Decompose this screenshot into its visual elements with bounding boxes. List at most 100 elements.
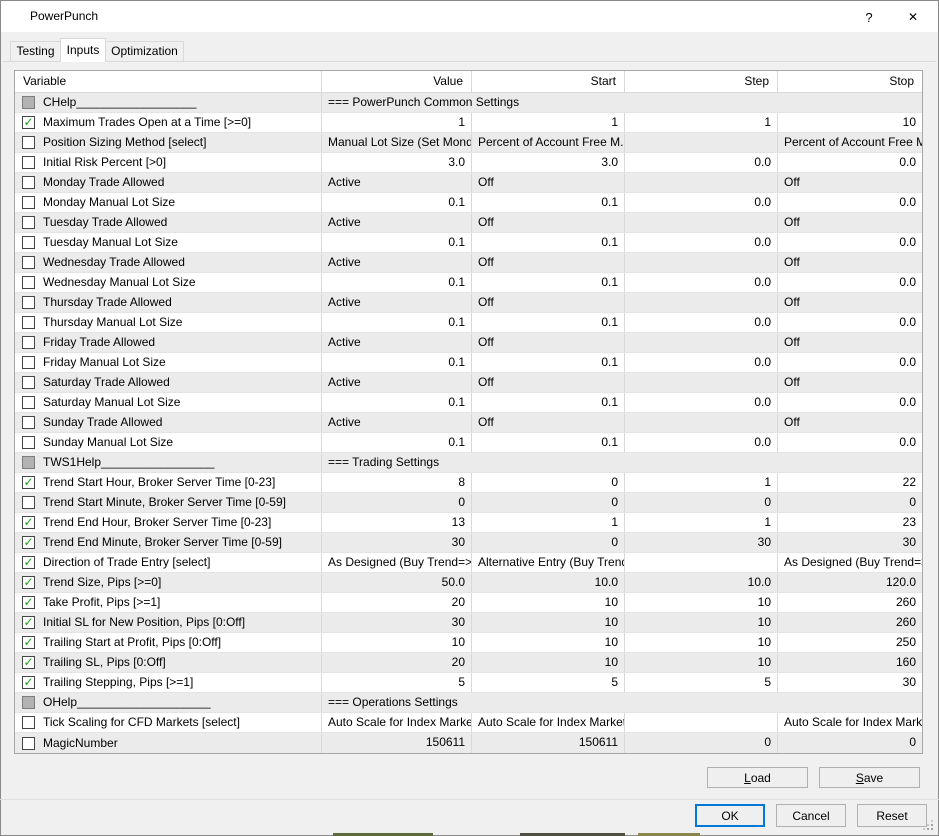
checkbox-checked-icon[interactable]: ✓	[22, 536, 35, 549]
start-cell[interactable]: 150611	[471, 733, 624, 753]
step-cell[interactable]	[624, 333, 777, 352]
table-row[interactable]: Monday Manual Lot Size0.10.10.00.0	[15, 193, 922, 213]
stop-cell[interactable]: Off	[777, 253, 922, 272]
value-cell[interactable]: Active	[321, 333, 471, 352]
start-cell[interactable]: 10	[471, 633, 624, 652]
step-cell[interactable]: 0.0	[624, 273, 777, 292]
step-cell[interactable]	[624, 373, 777, 392]
value-cell[interactable]: 8	[321, 473, 471, 492]
step-cell[interactable]: 10	[624, 633, 777, 652]
value-cell[interactable]: 3.0	[321, 153, 471, 172]
stop-cell[interactable]: 30	[777, 673, 922, 692]
table-row[interactable]: Monday Trade AllowedActiveOffOff	[15, 173, 922, 193]
step-cell[interactable]	[624, 253, 777, 272]
checkbox-unchecked-icon[interactable]	[22, 176, 35, 189]
table-row[interactable]: Tuesday Manual Lot Size0.10.10.00.0	[15, 233, 922, 253]
load-button[interactable]: Load	[707, 767, 808, 788]
table-row[interactable]: Sunday Manual Lot Size0.10.10.00.0	[15, 433, 922, 453]
checkbox-unchecked-icon[interactable]	[22, 416, 35, 429]
checkbox-unchecked-icon[interactable]	[22, 376, 35, 389]
start-cell[interactable]: Off	[471, 333, 624, 352]
table-row[interactable]: ✓Take Profit, Pips [>=1]201010260	[15, 593, 922, 613]
table-row[interactable]: ✓Trailing SL, Pips [0:Off]201010160	[15, 653, 922, 673]
step-cell[interactable]: 0.0	[624, 193, 777, 212]
value-cell[interactable]: 13	[321, 513, 471, 532]
start-cell[interactable]: 0.1	[471, 433, 624, 452]
checkbox-unchecked-icon[interactable]	[22, 256, 35, 269]
value-cell[interactable]: Active	[321, 253, 471, 272]
reset-button[interactable]: Reset	[857, 804, 927, 827]
start-cell[interactable]: Off	[471, 173, 624, 192]
value-cell[interactable]: 20	[321, 653, 471, 672]
value-cell[interactable]: 30	[321, 613, 471, 632]
start-cell[interactable]: 0.1	[471, 353, 624, 372]
value-cell[interactable]: Auto Scale for Index Markets	[321, 713, 471, 732]
step-cell[interactable]: 1	[624, 473, 777, 492]
start-cell[interactable]: 10	[471, 653, 624, 672]
step-cell[interactable]	[624, 173, 777, 192]
stop-cell[interactable]: 250	[777, 633, 922, 652]
stop-cell[interactable]: 0.0	[777, 433, 922, 452]
start-cell[interactable]: Off	[471, 373, 624, 392]
value-cell[interactable]: 0.1	[321, 233, 471, 252]
checkbox-unchecked-icon[interactable]	[22, 196, 35, 209]
step-cell[interactable]: 0.0	[624, 233, 777, 252]
start-cell[interactable]: Percent of Account Free M...	[471, 133, 624, 152]
table-row[interactable]: Friday Manual Lot Size0.10.10.00.0	[15, 353, 922, 373]
checkbox-checked-icon[interactable]: ✓	[22, 516, 35, 529]
step-cell[interactable]: 1	[624, 113, 777, 132]
stop-cell[interactable]: As Designed (Buy Trend=>...	[777, 553, 922, 572]
start-cell[interactable]: 0.1	[471, 313, 624, 332]
table-row[interactable]: Initial Risk Percent [>0]3.03.00.00.0	[15, 153, 922, 173]
start-cell[interactable]: Off	[471, 293, 624, 312]
title-bar[interactable]: PowerPunch ? ✕	[1, 1, 938, 32]
checkbox-checked-icon[interactable]: ✓	[22, 656, 35, 669]
step-cell[interactable]: 0.0	[624, 353, 777, 372]
start-cell[interactable]: 10.0	[471, 573, 624, 592]
value-cell[interactable]: Active	[321, 173, 471, 192]
cancel-button[interactable]: Cancel	[776, 804, 846, 827]
stop-cell[interactable]: 260	[777, 593, 922, 612]
start-cell[interactable]: 5	[471, 673, 624, 692]
step-cell[interactable]: 10	[624, 653, 777, 672]
step-cell[interactable]: 10	[624, 593, 777, 612]
value-cell[interactable]: 0.1	[321, 433, 471, 452]
start-cell[interactable]: 0	[471, 473, 624, 492]
table-row[interactable]: MagicNumber15061115061100	[15, 733, 922, 753]
checkbox-unchecked-icon[interactable]	[22, 396, 35, 409]
value-cell[interactable]: 0.1	[321, 273, 471, 292]
stop-cell[interactable]: Auto Scale for Index Markets	[777, 713, 922, 732]
step-cell[interactable]: 0.0	[624, 153, 777, 172]
value-cell[interactable]: Active	[321, 413, 471, 432]
value-cell[interactable]: 0	[321, 493, 471, 512]
value-cell[interactable]: 0.1	[321, 353, 471, 372]
checkbox-unchecked-icon[interactable]	[22, 236, 35, 249]
step-cell[interactable]: 0.0	[624, 433, 777, 452]
start-cell[interactable]: Off	[471, 213, 624, 232]
checkbox-unchecked-icon[interactable]	[22, 737, 35, 750]
stop-cell[interactable]: 0	[777, 493, 922, 512]
stop-cell[interactable]: 0	[777, 733, 922, 753]
checkbox-unchecked-icon[interactable]	[22, 496, 35, 509]
stop-cell[interactable]: 0.0	[777, 193, 922, 212]
help-button[interactable]: ?	[848, 1, 890, 32]
start-cell[interactable]: Off	[471, 413, 624, 432]
step-cell[interactable]: 0	[624, 493, 777, 512]
table-row[interactable]: Trend Start Minute, Broker Server Time […	[15, 493, 922, 513]
close-icon[interactable]: ✕	[892, 1, 934, 32]
value-cell[interactable]: 1	[321, 113, 471, 132]
table-row[interactable]: Saturday Trade AllowedActiveOffOff	[15, 373, 922, 393]
resize-grip[interactable]	[931, 828, 933, 830]
table-row[interactable]: ✓Trend End Hour, Broker Server Time [0-2…	[15, 513, 922, 533]
table-row[interactable]: ✓Trend Start Hour, Broker Server Time [0…	[15, 473, 922, 493]
checkbox-unchecked-icon[interactable]	[22, 216, 35, 229]
value-cell[interactable]: Active	[321, 373, 471, 392]
start-cell[interactable]: 1	[471, 513, 624, 532]
stop-cell[interactable]: Percent of Account Free M...	[777, 133, 922, 152]
step-cell[interactable]	[624, 413, 777, 432]
checkbox-unchecked-icon[interactable]	[22, 136, 35, 149]
table-row[interactable]: ✓Trend Size, Pips [>=0]50.010.010.0120.0	[15, 573, 922, 593]
value-cell[interactable]: 5	[321, 673, 471, 692]
value-cell[interactable]: Active	[321, 293, 471, 312]
tab-optimization[interactable]: Optimization	[105, 41, 184, 61]
